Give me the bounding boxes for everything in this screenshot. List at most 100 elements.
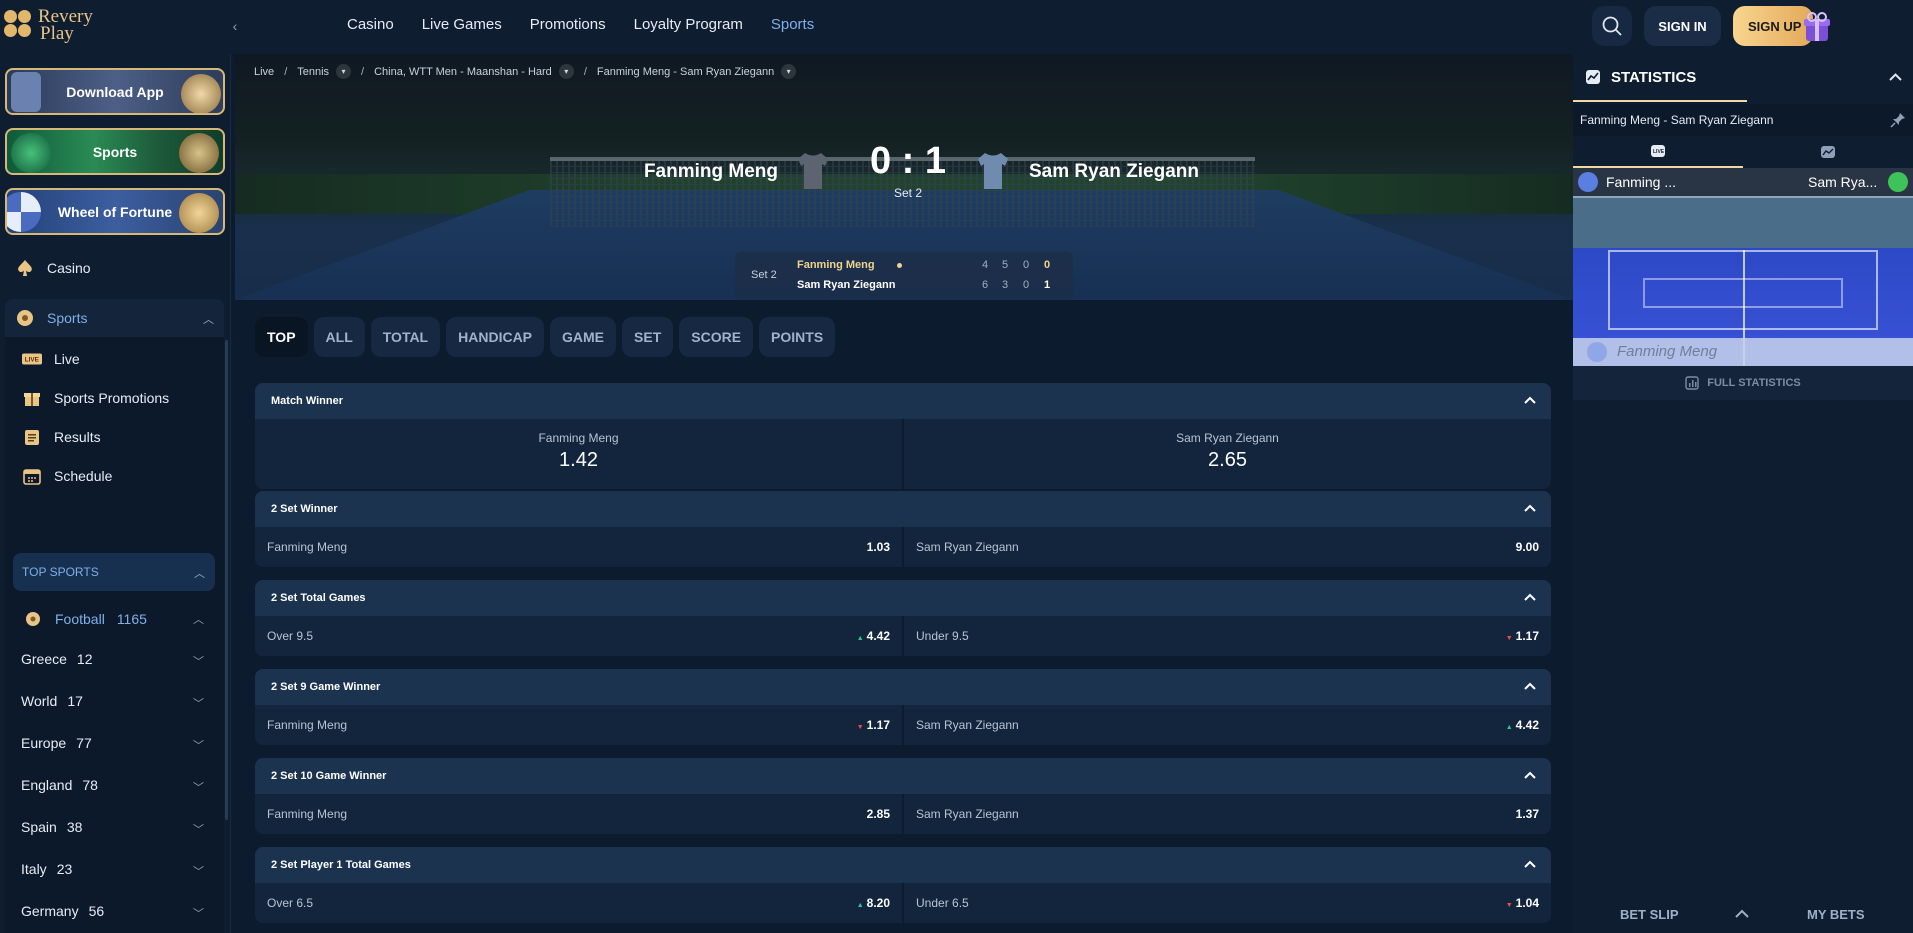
odd-number: 8.20: [866, 896, 890, 910]
sidebar-item-live[interactable]: LIVE Live: [22, 349, 80, 369]
market-header[interactable]: 2 Set Winner: [255, 491, 1551, 527]
tracker-player-1: Fanming ...: [1606, 174, 1677, 190]
league-item[interactable]: Italy 23: [21, 861, 72, 877]
odd-button[interactable]: Sam Ryan Ziegann 1.37: [902, 794, 1551, 834]
odd-button[interactable]: Sam Ryan Ziegann ▲ 4.42: [902, 705, 1551, 745]
market-header[interactable]: 2 Set 10 Game Winner: [255, 758, 1551, 794]
odd-value: ▲ 8.20: [857, 896, 890, 910]
breadcrumb-tennis[interactable]: Tennis: [297, 66, 329, 78]
chevron-down-icon[interactable]: ﹀: [193, 905, 204, 921]
sidebar-item-schedule[interactable]: Schedule: [22, 466, 112, 486]
tab-score[interactable]: SCORE: [679, 317, 754, 357]
chevron-down-icon[interactable]: ﹀: [193, 653, 204, 669]
market-header[interactable]: Match Winner: [255, 383, 1551, 419]
live-tv-icon: LIVE: [1651, 145, 1665, 157]
market-header[interactable]: 2 Set Player 1 Total Games: [255, 847, 1551, 883]
tab-game[interactable]: GAME: [550, 317, 617, 357]
nav-sports[interactable]: Sports: [771, 16, 814, 33]
statistics-header[interactable]: STATISTICS: [1573, 54, 1747, 102]
search-button[interactable]: [1592, 6, 1632, 46]
score-cell: 3: [1001, 279, 1009, 291]
league-count: 38: [66, 819, 83, 835]
market-row: Over 9.5 ▲ 4.42 Under 9.5 ▼ 1.17: [255, 616, 1551, 656]
chevron-up-icon: [1524, 504, 1536, 512]
market-title: 2 Set 9 Game Winner: [271, 681, 381, 693]
chevron-up-icon[interactable]: ︿: [193, 611, 204, 627]
sidebar-item-label: Casino: [47, 260, 91, 276]
bet-slip-button[interactable]: BET SLIP: [1620, 907, 1679, 922]
chevron-down-icon[interactable]: ﹀: [193, 863, 204, 879]
tab-top[interactable]: TOP: [255, 317, 308, 357]
promo-sports[interactable]: Sports: [5, 128, 225, 175]
league-item[interactable]: World 17: [21, 693, 83, 709]
odd-button[interactable]: Fanming Meng 1.03: [255, 527, 902, 567]
bet-slip-bar: BET SLIP MY BETS: [1573, 896, 1913, 933]
nav-casino[interactable]: Casino: [347, 16, 394, 33]
chevron-down-icon[interactable]: ▾: [336, 64, 352, 79]
statistics-title: STATISTICS: [1611, 68, 1697, 86]
breadcrumb-match[interactable]: Fanming Meng - Sam Ryan Ziegann: [597, 66, 774, 78]
tracker-server-bar: Fanming Meng: [1573, 338, 1913, 366]
nav-live-games[interactable]: Live Games: [422, 16, 502, 33]
top-sports-header[interactable]: TOP SPORTS ︿: [13, 553, 215, 591]
selection-label: Sam Ryan Ziegann: [916, 718, 1019, 732]
nav-promotions[interactable]: Promotions: [530, 16, 606, 33]
full-statistics-button[interactable]: FULL STATISTICS: [1573, 366, 1913, 400]
chevron-down-icon[interactable]: ﹀: [193, 695, 204, 711]
odd-button[interactable]: Under 9.5 ▼ 1.17: [902, 616, 1551, 656]
league-item[interactable]: Spain 38: [21, 819, 82, 835]
sidebar-item-football[interactable]: Football 1165: [23, 609, 147, 629]
chevron-down-icon[interactable]: ▾: [781, 64, 797, 79]
sign-in-button[interactable]: SIGN IN: [1644, 6, 1721, 46]
odd-button[interactable]: Under 6.5 ▼ 1.04: [902, 883, 1551, 923]
tab-live-tracker[interactable]: LIVE: [1573, 136, 1743, 168]
odd-button[interactable]: Sam Ryan Ziegann 9.00: [902, 527, 1551, 567]
promo-download-app[interactable]: Download App: [5, 68, 225, 115]
tab-stats-chart[interactable]: [1743, 136, 1913, 168]
football-icon: [23, 609, 43, 629]
tab-all[interactable]: ALL: [313, 317, 365, 357]
league-item[interactable]: Germany 56: [21, 903, 104, 919]
full-statistics-label: FULL STATISTICS: [1707, 377, 1801, 389]
league-item[interactable]: Europe 77: [21, 735, 92, 751]
chevron-down-icon[interactable]: ▾: [558, 64, 574, 79]
sidebar-item-casino[interactable]: Casino: [15, 258, 91, 278]
odd-button[interactable]: Fanming Meng 1.42: [255, 419, 902, 489]
market-header[interactable]: 2 Set 9 Game Winner: [255, 669, 1551, 705]
nav-loyalty-program[interactable]: Loyalty Program: [634, 16, 743, 33]
sidebar-scrollbar[interactable]: [225, 340, 228, 820]
odd-button[interactable]: Sam Ryan Ziegann 2.65: [902, 419, 1551, 489]
chevron-down-icon[interactable]: ﹀: [193, 821, 204, 837]
sidebar-item-results[interactable]: Results: [22, 427, 101, 447]
league-item[interactable]: England 78: [21, 777, 98, 793]
tab-set[interactable]: SET: [622, 317, 674, 357]
odd-button[interactable]: Over 9.5 ▲ 4.42: [255, 616, 902, 656]
tab-handicap[interactable]: HANDICAP: [446, 317, 545, 357]
odd-button[interactable]: Fanming Meng ▼ 1.17: [255, 705, 902, 745]
odd-value: ▲ 4.42: [857, 629, 890, 643]
tab-points[interactable]: POINTS: [759, 317, 836, 357]
statistics-match-name: Fanming Meng - Sam Ryan Ziegann: [1580, 113, 1774, 127]
brand-logo[interactable]: Revery Play: [4, 5, 104, 45]
tab-total[interactable]: TOTAL: [370, 317, 441, 357]
promo-wheel-of-fortune[interactable]: Wheel of Fortune: [5, 188, 225, 235]
chevron-down-icon[interactable]: ﹀: [193, 737, 204, 753]
chevron-up-icon[interactable]: [1734, 908, 1750, 920]
breadcrumb-live[interactable]: Live: [254, 66, 274, 78]
league-item[interactable]: Greece 12: [21, 651, 93, 667]
chevron-up-icon[interactable]: [1888, 70, 1903, 85]
odd-button[interactable]: Over 6.5 ▲ 8.20: [255, 883, 902, 923]
chevron-down-icon[interactable]: ﹀: [193, 779, 204, 795]
chevron-up-icon[interactable]: ︿: [203, 311, 214, 327]
breadcrumb-tournament[interactable]: China, WTT Men - Maanshan - Hard: [374, 66, 552, 78]
collapse-sidebar-icon[interactable]: ‹: [226, 16, 244, 36]
my-bets-button[interactable]: MY BETS: [1807, 907, 1865, 922]
pin-icon[interactable]: [1890, 112, 1906, 128]
trend-up-icon: ▲: [856, 635, 864, 642]
odd-number: 4.42: [1515, 718, 1539, 732]
sidebar-item-sports[interactable]: Sports ︿: [5, 299, 224, 337]
serve-indicator-icon: [897, 263, 902, 268]
sidebar-item-sports-promotions[interactable]: Sports Promotions: [22, 388, 169, 408]
market-header[interactable]: 2 Set Total Games: [255, 580, 1551, 616]
odd-button[interactable]: Fanming Meng 2.85: [255, 794, 902, 834]
